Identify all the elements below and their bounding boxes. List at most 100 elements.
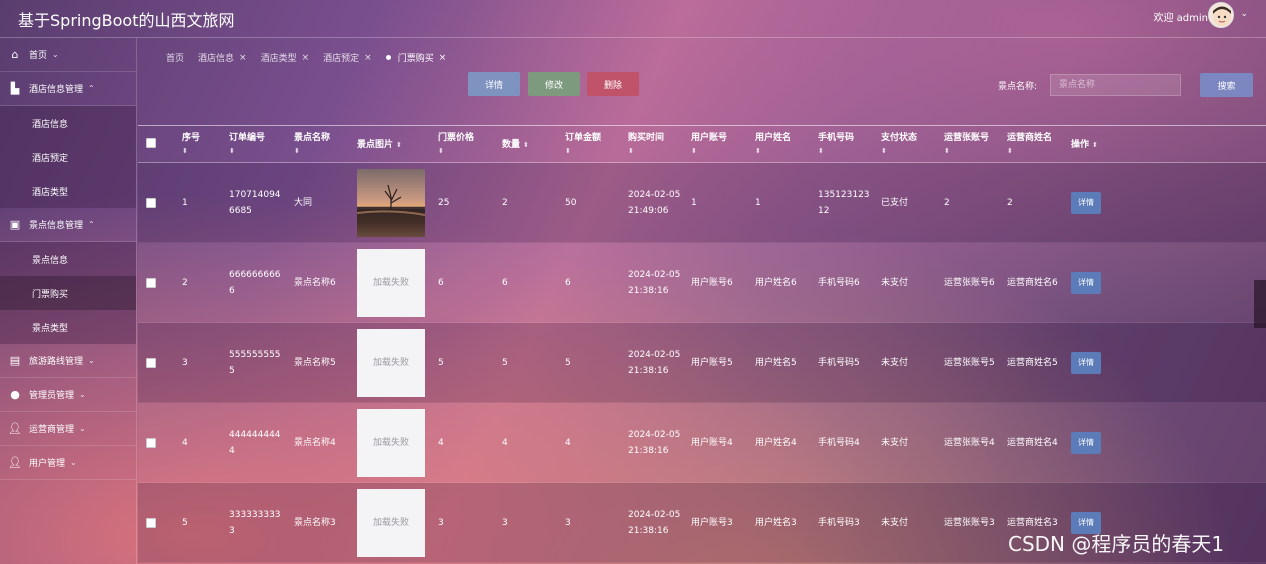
- close-icon[interactable]: ×: [302, 53, 310, 63]
- tab-label: 门票购买: [397, 54, 434, 64]
- app-title: 基于SpringBoot的山西文旅网: [18, 11, 235, 30]
- tab-home[interactable]: 首页: [166, 51, 184, 64]
- cell-text: 未支付: [881, 358, 909, 368]
- row-checkbox[interactable]: [146, 198, 156, 208]
- sidebar-item-hotel-type[interactable]: 酒店类型: [0, 174, 136, 208]
- cell-text: 3333333333: [229, 510, 281, 536]
- cell-text: 运营张账号4: [944, 438, 995, 448]
- cell-text: 景点名称3: [294, 518, 336, 528]
- cell-qty: 2: [502, 163, 552, 243]
- cell-account: 用户账号5: [691, 323, 749, 403]
- cell-image: [357, 163, 427, 243]
- column-header[interactable]: 数量 ⬍: [502, 139, 529, 152]
- cell-name: 景点名称5: [294, 323, 352, 403]
- column-header[interactable]: 订单金额 ⬍: [565, 132, 601, 158]
- cell-time: 2024-02-05 21:38:16: [628, 323, 686, 403]
- top-bar: 基于SpringBoot的山西文旅网 欢迎 admin ⌄: [0, 0, 1266, 38]
- table-body: 1 1707140946685 大同 25 2 50 2024-02-05 21:49:06…: [138, 163, 1266, 563]
- row-detail-button[interactable]: 详情: [1071, 432, 1101, 454]
- table-row[interactable]: 4 4444444444 景点名称4 加载失败 4 4 4 2024-02-05 21:38:…: [138, 403, 1266, 483]
- column-header[interactable]: 操作 ⬍: [1071, 139, 1098, 152]
- tab-bar: 首页 酒店信息 × 酒店类型 × 酒店预定 × 门票购买 ×: [166, 51, 447, 65]
- sort-icon: ⬍: [881, 147, 887, 155]
- sidebar-group-user[interactable]: 👤︎ 用户管理 ⌄: [0, 446, 136, 480]
- sidebar-item-ticket-purchase[interactable]: 门票购买: [0, 276, 136, 310]
- sidebar-item-scenic-type[interactable]: 景点类型: [0, 310, 136, 344]
- sidebar-group-scenic[interactable]: ▣ 景点信息管理 ⌃: [0, 208, 136, 242]
- column-header[interactable]: 用户姓名 ⬍: [755, 132, 791, 158]
- edit-button[interactable]: 修改: [528, 72, 580, 96]
- table-row[interactable]: 2 6666666666 景点名称6 加载失败 6 6 6 2024-02-05 21:38:…: [138, 243, 1266, 323]
- sidebar-item-hotel-info[interactable]: 酒店信息: [0, 106, 136, 140]
- sidebar-group-admin[interactable]: ● 管理员管理 ⌄: [0, 378, 136, 412]
- select-all-checkbox[interactable]: [146, 138, 156, 148]
- scrollbar-thumb[interactable]: [1254, 280, 1266, 328]
- column-header[interactable]: 用户账号 ⬍: [691, 132, 727, 158]
- close-icon[interactable]: ×: [439, 53, 447, 63]
- cell-text: 运营张账号3: [944, 518, 995, 528]
- row-checkbox[interactable]: [146, 518, 156, 528]
- chat-icon: ●: [10, 388, 20, 401]
- avatar[interactable]: [1208, 2, 1234, 28]
- column-header[interactable]: 订单编号 ⬍: [229, 132, 265, 158]
- tab-hotel-info[interactable]: 酒店信息 ×: [198, 51, 247, 65]
- column-header[interactable]: 购买时间 ⬍: [628, 132, 664, 158]
- row-checkbox[interactable]: [146, 358, 156, 368]
- sidebar-item-home[interactable]: ⌂ 首页 ⌄: [0, 38, 136, 72]
- tab-label: 酒店信息: [198, 54, 235, 64]
- column-header[interactable]: 景点图片 ⬍: [357, 139, 402, 152]
- window-icon: ▣: [9, 218, 21, 231]
- table-header: 序号 ⬍ 订单编号 ⬍ 景点名称 ⬍ 景点图片 ⬍ 门票价格 ⬍ 数量 ⬍ 订单金额 ⬍ 购买…: [138, 125, 1266, 163]
- cell-status: 未支付: [881, 243, 937, 323]
- column-header[interactable]: 支付状态 ⬍: [881, 132, 917, 158]
- column-header[interactable]: 运营商姓名 ⬍: [1007, 132, 1052, 158]
- cell-no: 2: [182, 243, 222, 323]
- cell-actions: 详情: [1071, 403, 1101, 483]
- row-detail-button[interactable]: 详情: [1071, 192, 1101, 214]
- close-icon[interactable]: ×: [364, 53, 372, 63]
- tab-hotel-type[interactable]: 酒店类型 ×: [261, 51, 310, 65]
- row-checkbox[interactable]: [146, 438, 156, 448]
- sidebar-group-hotel[interactable]: ▙ 酒店信息管理 ⌃: [0, 72, 136, 106]
- tab-ticket-purchase[interactable]: 门票购买 ×: [385, 51, 447, 64]
- cell-text: 景点名称6: [294, 278, 336, 288]
- cell-text: 用户账号6: [691, 278, 733, 288]
- row-checkbox[interactable]: [146, 278, 156, 288]
- row-detail-button[interactable]: 详情: [1071, 352, 1101, 374]
- search-button[interactable]: 搜索: [1200, 73, 1253, 97]
- column-header[interactable]: 手机号码 ⬍: [818, 132, 854, 158]
- cell-name: 景点名称4: [294, 403, 352, 483]
- close-icon[interactable]: ×: [239, 53, 247, 63]
- column-header[interactable]: 景点名称 ⬍: [294, 132, 330, 158]
- row-detail-button[interactable]: 详情: [1071, 272, 1101, 294]
- column-header[interactable]: 运营张账号 ⬍: [944, 132, 989, 158]
- cell-text: 4: [182, 438, 188, 448]
- sidebar-group-operator[interactable]: 👤︎ 运营商管理 ⌄: [0, 412, 136, 446]
- column-header[interactable]: 序号 ⬍: [182, 132, 200, 158]
- cell-text: 5: [438, 358, 444, 368]
- chevron-down-icon[interactable]: ⌄: [1240, 9, 1248, 19]
- sidebar-item-scenic-info[interactable]: 景点信息: [0, 242, 136, 276]
- cell-text: 用户姓名6: [755, 278, 797, 288]
- delete-button[interactable]: 删除: [587, 72, 639, 96]
- sort-icon: ⬍: [818, 147, 824, 155]
- cell-text: 2024-02-05 21:38:16: [628, 510, 681, 536]
- sidebar-item-hotel-booking[interactable]: 酒店预定: [0, 140, 136, 174]
- search-input[interactable]: [1050, 74, 1181, 96]
- tab-hotel-booking[interactable]: 酒店预定 ×: [323, 51, 372, 65]
- cell-image: 加载失败: [357, 243, 427, 323]
- detail-button[interactable]: 详情: [468, 72, 520, 96]
- table-row[interactable]: 3 5555555555 景点名称5 加载失败 5 5 5 2024-02-05 21:38:…: [138, 323, 1266, 403]
- cell-image: 加载失败: [357, 483, 427, 563]
- cell-text: 3: [182, 358, 188, 368]
- cell-text: 4444444444: [229, 430, 281, 456]
- cell-text: 手机号码5: [818, 358, 860, 368]
- table-row[interactable]: 1 1707140946685 大同 25 2 50 2024-02-05 21:49:06…: [138, 163, 1266, 243]
- row-checkbox-cell: [146, 403, 156, 483]
- column-header[interactable]: 门票价格 ⬍: [438, 132, 474, 158]
- sidebar-item-label: 酒店类型: [32, 187, 69, 198]
- cell-time: 2024-02-05 21:38:16: [628, 483, 686, 563]
- sidebar-group-route[interactable]: ▤ 旅游路线管理 ⌄: [0, 344, 136, 378]
- cell-text: 2024-02-05 21:38:16: [628, 350, 681, 376]
- image-failed-placeholder: 加载失败: [357, 249, 425, 317]
